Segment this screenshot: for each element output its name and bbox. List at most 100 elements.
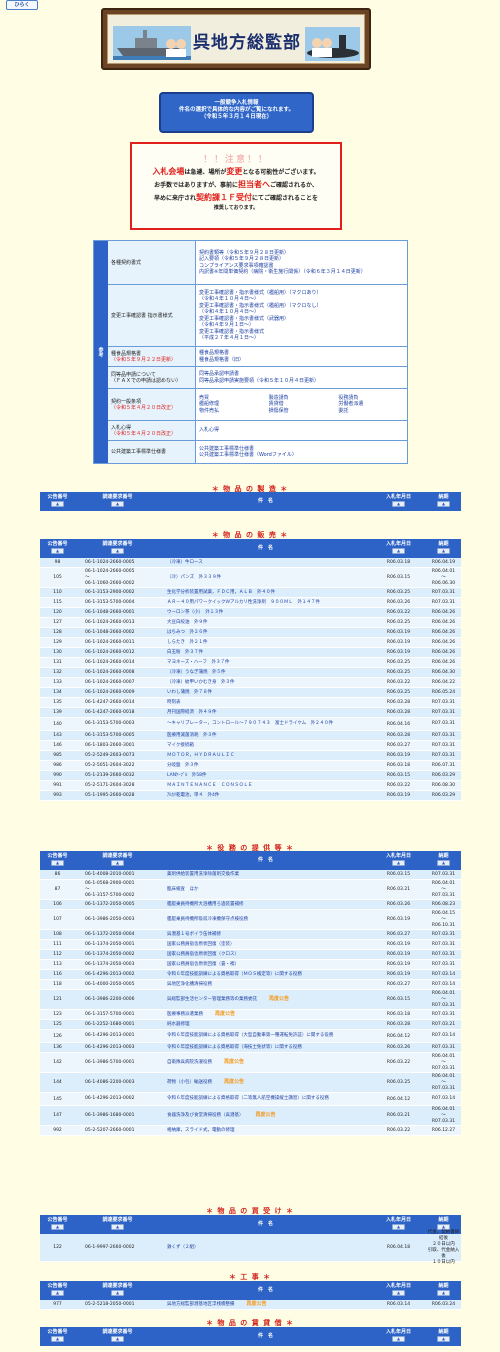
- column-header-no: 公告番号 ▲: [40, 1283, 75, 1296]
- item-name-link[interactable]: 呉潜基１号ボイラ缶体補修: [167, 932, 221, 937]
- document-link[interactable]: （平成２７年４月１日～）: [199, 335, 404, 342]
- item-name-link[interactable]: ＭＡＩＮＴＥＮＡＮＣＥ ＣＯＮＳＯＬＥ: [167, 783, 253, 788]
- item-name-link[interactable]: 時刻表: [167, 700, 181, 705]
- table-row: 140 06-1-3153-5700-0003 ～キャリブレーター，コントロール～７…: [40, 718, 461, 731]
- column-header-due: 納期 ▲: [426, 1283, 461, 1296]
- sort-button[interactable]: ▲: [51, 860, 64, 866]
- item-name-link[interactable]: ～キャリブレーター，コントロール～７９０７４３ 富士ドライケム 外２４０件: [167, 721, 333, 726]
- item-name-link[interactable]: 自衛隊呉病院洗濯役務: [167, 1060, 212, 1065]
- item-name-link[interactable]: 臨床検査 ほか: [167, 887, 199, 892]
- item-name-cell: 生化学分析装置用試薬，ＦＤＣ用，ＡＬＢ 外４０件: [160, 590, 371, 596]
- submarine-illustration-icon: [305, 27, 360, 61]
- item-name-link[interactable]: 令和６年度技能訓練による資格取得（二等無人航空機操縦士講習）に関する役務: [167, 1096, 329, 1101]
- item-name-link[interactable]: 呉地方総監部潜基地区浮桟橋整備: [167, 1302, 235, 1307]
- item-name-link[interactable]: マイク接続箱: [167, 743, 194, 748]
- item-name-link[interactable]: 医療用滅菌消耗 外３件: [167, 733, 217, 738]
- item-name-link[interactable]: 荷物（小包）輸送役務: [167, 1080, 212, 1085]
- item-name-link[interactable]: ｱﾙｶﾘ乾電池，単４ 外4件: [167, 793, 219, 798]
- item-name-link[interactable]: （冷）パンズ 外３３９件: [167, 575, 221, 580]
- sort-button[interactable]: ▲: [111, 1336, 124, 1342]
- sort-button[interactable]: ▲: [392, 1224, 405, 1230]
- item-name-link[interactable]: 医療事務派遣業務: [167, 1012, 203, 1017]
- sort-button[interactable]: ▲: [392, 501, 405, 507]
- item-name-link[interactable]: いわし蒲焼 外７８件: [167, 690, 212, 695]
- column-header-label: 調達要求番号: [102, 1329, 133, 1335]
- item-name-link[interactable]: 格納庫，スライド式，電動の修理: [167, 1128, 235, 1133]
- procurement-number: 06-1-1803-2660-3001: [85, 742, 135, 748]
- item-name-link[interactable]: しらたき 外２１件: [167, 640, 208, 645]
- document-link[interactable]: 内訳書※年間単価契約（病院・衛生施行関係）（令和６年３月１４日更新）: [199, 269, 404, 276]
- sort-button[interactable]: ▲: [437, 548, 450, 554]
- document-link[interactable]: 損傷保管: [269, 408, 335, 415]
- item-name-link[interactable]: 白玉粉 外３７件: [167, 650, 203, 655]
- sort-button[interactable]: ▲: [111, 548, 124, 554]
- open-button[interactable]: ひらく: [6, 0, 38, 10]
- sort-button[interactable]: ▲: [51, 1290, 64, 1296]
- table-row: 128 06-1-1048-2660-0002 はちみつ 外２６件 R06.03.19…: [40, 628, 461, 638]
- table-row: 139 06-1-4247-2660-0018 月刊国際経済 外４９件 R06.03.…: [40, 708, 461, 718]
- item-name-link[interactable]: ＭＯＴＯＲ，ＨＹＤＲＡＵＬＩＣ: [167, 753, 235, 758]
- document-link[interactable]: 物件売払: [199, 408, 265, 415]
- column-header-label: 件 名: [257, 1333, 273, 1339]
- sort-button[interactable]: ▲: [51, 1224, 64, 1230]
- procurement-number: 06-1-1024-2660-0005: [85, 559, 135, 565]
- sort-button[interactable]: ▲: [392, 1336, 405, 1342]
- sort-button[interactable]: ▲: [392, 1290, 405, 1296]
- sort-button[interactable]: ▲: [437, 860, 450, 866]
- item-name-link[interactable]: ウーロン茶（小） 外１３件: [167, 610, 223, 615]
- sort-button[interactable]: ▲: [51, 1336, 64, 1342]
- item-name-link[interactable]: 国家公務員宿舎原状回復（畳・襖）: [167, 962, 239, 967]
- item-name-link[interactable]: LANｹｰﾌﾞﾙ 外58件: [167, 773, 207, 778]
- column-header-label: 納期: [438, 853, 449, 859]
- item-name-link[interactable]: 薬剤供給装置用洗浄除菌剤交換作業: [167, 872, 239, 877]
- bid-date: R06.03.19: [386, 793, 411, 798]
- document-link[interactable]: 同等品承認申請実施要領（令和５年１０月４日更新）: [199, 378, 404, 385]
- item-name-link[interactable]: 呉地区浄化槽清掃役務: [167, 982, 212, 987]
- item-name-link[interactable]: 分岐盤 外３件: [167, 763, 199, 768]
- sort-button[interactable]: ▲: [111, 860, 124, 866]
- item-name-link[interactable]: 令和６年度技能訓練による資格取得（大型自動車第一種運転免許証）に関する役務: [167, 1033, 333, 1038]
- item-name-link[interactable]: 令和６年度技能訓練による資格取得（ＭＯＳ検定等）に関する役務: [167, 972, 302, 977]
- item-name-link[interactable]: ＡＲ－４０用パワークイックＷアルカリ性洗浄剤 ９００ＭＬ 外１４７件: [167, 600, 320, 605]
- sort-button[interactable]: ▲: [437, 1290, 450, 1296]
- document-link[interactable]: 公共建築工事標準仕様書（Wordファイル）: [199, 452, 404, 459]
- sort-button[interactable]: ▲: [51, 501, 64, 507]
- item-name-link[interactable]: 艦艇乗員待機所吸収冷凍機保守点検役務: [167, 917, 248, 922]
- procurement-number: 06-1-0568-2900-0001 ～ 06-1-3157-5700-000…: [85, 880, 135, 898]
- info-line2: 件名の選択で具体的な内容がご覧になれます。: [179, 107, 294, 113]
- item-name-link[interactable]: 純水器修理: [167, 1022, 190, 1027]
- item-name-link[interactable]: （冷凍）牛ロース: [167, 560, 203, 565]
- sort-button[interactable]: ▲: [51, 548, 64, 554]
- bid-date: R06.03.25: [386, 1080, 411, 1085]
- item-name-link[interactable]: はちみつ 外２６件: [167, 630, 208, 635]
- item-name-link[interactable]: 国家公務員宿舎原状回復（クロス）: [167, 952, 239, 957]
- item-name-link[interactable]: 生化学分析装置用試薬，ＦＤＣ用，ＡＬＢ 外４０件: [167, 590, 275, 595]
- item-name-link[interactable]: （冷凍）うなぎ蒲焼 外５件: [167, 670, 226, 675]
- delivery-date: R07.03.14: [431, 1033, 456, 1038]
- table-row: 991 05-2-5171-2604-3028 ＭＡＩＮＴＥＮＡＮＣＥ ＣＯＮＳＯＬ…: [40, 781, 461, 791]
- sort-button[interactable]: ▲: [111, 1224, 124, 1230]
- sort-button[interactable]: ▲: [111, 1290, 124, 1296]
- table-row: 112 06-1-1374-2050-0002 国家公務員宿舎原状回復（クロス） R0…: [40, 950, 461, 960]
- sort-button[interactable]: ▲: [111, 501, 124, 507]
- item-name-link[interactable]: 大豆白絞油 外９件: [167, 620, 208, 625]
- sort-button[interactable]: ▲: [392, 548, 405, 554]
- sort-button[interactable]: ▲: [437, 501, 450, 507]
- column-header-name: 件 名: [160, 545, 371, 551]
- item-name-link[interactable]: 令和６年度技能訓練による資格取得（海技士免状等）に関する役務: [167, 1045, 302, 1050]
- item-name-link[interactable]: 艦艇乗員待機所大浴槽用ろ過装置補修: [167, 902, 244, 907]
- document-link[interactable]: 委託: [338, 408, 404, 415]
- item-name-link[interactable]: 食器洗浄及び食堂清掃役務（呉潜基）: [167, 1113, 244, 1118]
- procurement-number: 05-2-5051-2604-3022: [85, 762, 135, 768]
- document-link[interactable]: 入札心得: [199, 427, 404, 434]
- item-name-link[interactable]: 呉総監部生活センター管理業務等の業務委託: [167, 997, 257, 1002]
- item-name-link[interactable]: 国家公務員宿舎原状回復（塗装）: [167, 942, 235, 947]
- link-row-label: 各種契約書式: [108, 241, 196, 284]
- sort-button[interactable]: ▲: [437, 1336, 450, 1342]
- item-name-link[interactable]: 月刊国際経済 外４９件: [167, 710, 217, 715]
- document-link[interactable]: 種食品規格書（旧）: [199, 357, 404, 364]
- item-name-link[interactable]: 鉄くず（２組）: [167, 1245, 199, 1250]
- sort-button[interactable]: ▲: [392, 860, 405, 866]
- item-name-link[interactable]: マヨネーズ・ハーフ 外３７件: [167, 660, 230, 665]
- item-name-link[interactable]: （冷凍）紋甲いかむき身 外３件: [167, 680, 235, 685]
